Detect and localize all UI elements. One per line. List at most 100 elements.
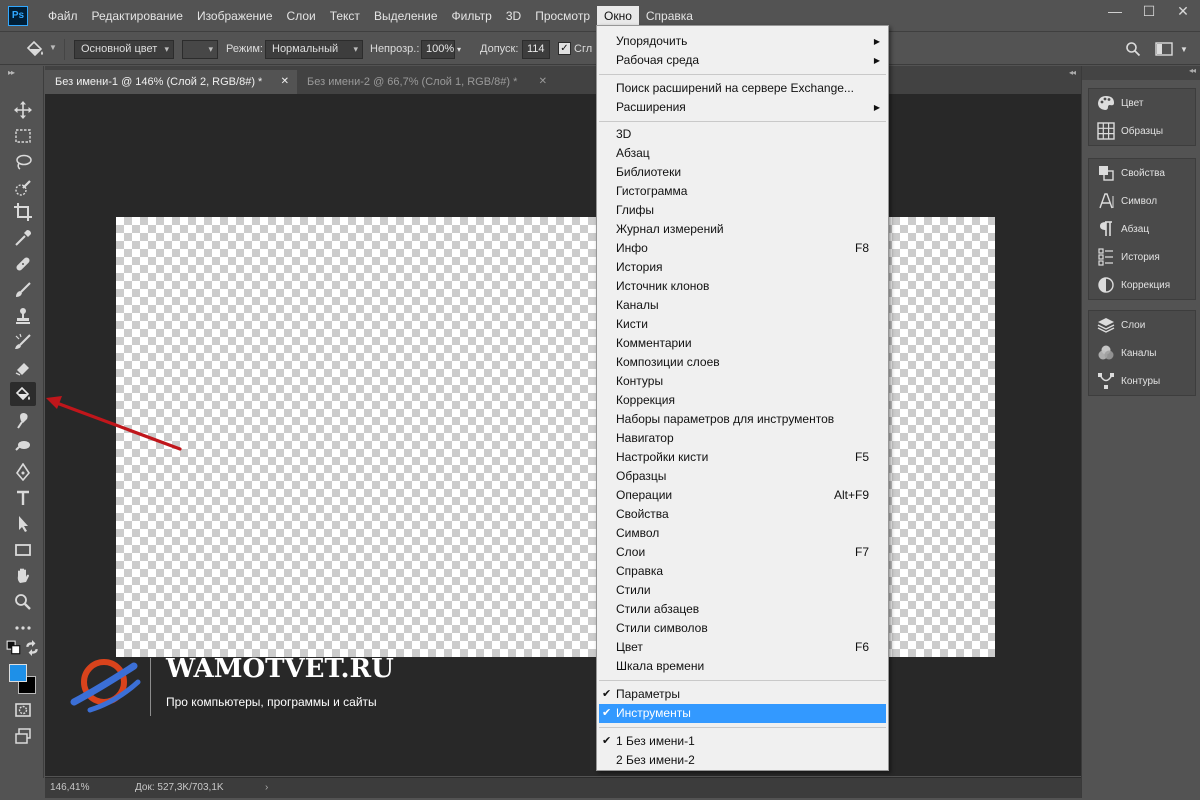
window-menu-item[interactable]: 2 Без имени-2 <box>599 751 886 770</box>
paint-bucket-tool[interactable] <box>10 382 36 406</box>
pen-tool[interactable] <box>10 460 36 484</box>
window-menu-item[interactable]: Символ <box>599 524 886 543</box>
foreground-color-swatch[interactable] <box>9 664 27 682</box>
healing-brush-tool[interactable] <box>10 252 36 276</box>
menu-0[interactable]: Файл <box>41 6 85 26</box>
window-menu-item[interactable]: История <box>599 258 886 277</box>
window-menu-item[interactable]: Операции Alt+F9 <box>599 486 886 505</box>
zoom-level[interactable]: 146,41% <box>50 778 89 797</box>
eraser-tool[interactable] <box>10 356 36 380</box>
window-menu-item[interactable]: Инфо F8 <box>599 239 886 258</box>
window-menu-item[interactable]: Образцы <box>599 467 886 486</box>
window-menu-item[interactable]: Абзац <box>599 144 886 163</box>
window-menu-item[interactable]: Журнал измерений <box>599 220 886 239</box>
window-menu-item[interactable]: Комментарии <box>599 334 886 353</box>
path-selection-tool[interactable] <box>10 512 36 536</box>
paint-bucket-icon[interactable] <box>24 39 46 59</box>
window-menu-item[interactable]: Стили <box>599 581 886 600</box>
window-menu-item[interactable]: Цвет F6 <box>599 638 886 657</box>
menu-7[interactable]: 3D <box>499 6 528 26</box>
panel-history[interactable]: История <box>1089 243 1195 271</box>
menu-5[interactable]: Выделение <box>367 6 445 26</box>
window-menu-item[interactable]: Упорядочить ▶ <box>599 32 886 51</box>
eyedropper-tool[interactable] <box>10 226 36 250</box>
menu-6[interactable]: Фильтр <box>445 6 499 26</box>
panel-character[interactable]: Символ <box>1089 187 1195 215</box>
dodge-tool[interactable] <box>10 434 36 458</box>
quick-mask-icon[interactable] <box>10 698 36 722</box>
close-button[interactable]: ✕ <box>1166 0 1200 24</box>
default-colors-icon[interactable] <box>6 640 22 656</box>
type-tool[interactable] <box>10 486 36 510</box>
window-menu-item[interactable]: Настройки кисти F5 <box>599 448 886 467</box>
window-menu-item[interactable]: Контуры <box>599 372 886 391</box>
fill-source-select[interactable]: Основной цвет <box>74 40 174 59</box>
brush-tool[interactable] <box>10 278 36 302</box>
opacity-input[interactable]: 100% <box>421 40 455 59</box>
menu-9[interactable]: Окно <box>597 6 639 26</box>
window-menu-item[interactable]: Поиск расширений на сервере Exchange... <box>599 79 886 98</box>
marquee-tool[interactable] <box>10 124 36 148</box>
panel-layers[interactable]: Слои <box>1089 311 1195 339</box>
menu-2[interactable]: Изображение <box>190 6 280 26</box>
window-menu-item[interactable]: ✔ Инструменты <box>599 704 886 723</box>
window-menu-item[interactable]: Коррекция <box>599 391 886 410</box>
clone-stamp-tool[interactable] <box>10 304 36 328</box>
panel-channels[interactable]: Каналы <box>1089 339 1195 367</box>
move-tool[interactable] <box>10 98 36 122</box>
panel-swatches[interactable]: Образцы <box>1089 117 1195 145</box>
minimize-button[interactable]: — <box>1098 0 1132 24</box>
mode-select[interactable]: Нормальный <box>265 40 363 59</box>
window-menu-item[interactable]: Кисти <box>599 315 886 334</box>
smudge-tool[interactable] <box>10 408 36 432</box>
opacity-chevron-icon[interactable]: ▾ <box>457 40 461 59</box>
collapse-dock-icon[interactable]: ◂◂ <box>1189 66 1196 75</box>
panel-properties[interactable]: Свойства <box>1089 159 1195 187</box>
tab-document-2[interactable]: Без имени-2 @ 66,7% (Слой 1, RGB/8#) * ✕ <box>297 70 555 94</box>
window-menu-item[interactable]: Композиции слоев <box>599 353 886 372</box>
tool-preset-chevron-icon[interactable]: ▼ <box>49 43 57 52</box>
window-menu-item[interactable]: ✔ Параметры <box>599 685 886 704</box>
maximize-button[interactable]: ☐ <box>1132 0 1166 24</box>
tab-document-1[interactable]: Без имени-1 @ 146% (Слой 2, RGB/8#) * ✕ <box>45 70 297 94</box>
more-tools-icon[interactable] <box>10 616 36 640</box>
window-menu-item[interactable]: Источник клонов <box>599 277 886 296</box>
menu-4[interactable]: Текст <box>323 6 367 26</box>
close-tab-icon[interactable]: ✕ <box>281 70 289 94</box>
window-menu-item[interactable]: Слои F7 <box>599 543 886 562</box>
window-menu-item[interactable]: Навигатор <box>599 429 886 448</box>
window-menu-item[interactable]: Библиотеки <box>599 163 886 182</box>
window-menu-item[interactable]: 3D <box>599 125 886 144</box>
window-menu-item[interactable]: Расширения ▶ <box>599 98 886 117</box>
rectangle-tool[interactable] <box>10 538 36 562</box>
menu-3[interactable]: Слои <box>280 6 323 26</box>
screen-mode-icon[interactable] <box>10 724 36 748</box>
status-menu-chevron-icon[interactable]: › <box>265 778 268 797</box>
tolerance-input[interactable]: 114 <box>522 40 550 59</box>
window-menu-item[interactable]: Глифы <box>599 201 886 220</box>
window-menu-item[interactable]: ✔ 1 Без имени-1 <box>599 732 886 751</box>
window-menu-item[interactable]: Стили абзацев <box>599 600 886 619</box>
workspace-chevron-icon[interactable]: ▼ <box>1180 40 1188 59</box>
search-icon[interactable] <box>1125 41 1141 60</box>
menu-10[interactable]: Справка <box>639 6 700 26</box>
window-menu-item[interactable]: Стили символов <box>599 619 886 638</box>
hand-tool[interactable] <box>10 564 36 588</box>
workspace-icon[interactable] <box>1155 41 1173 60</box>
panel-adjustments[interactable]: Коррекция <box>1089 271 1195 299</box>
window-menu-item[interactable]: Свойства <box>599 505 886 524</box>
window-menu-item[interactable]: Каналы <box>599 296 886 315</box>
zoom-tool[interactable] <box>10 590 36 614</box>
window-menu-item[interactable]: Шкала времени <box>599 657 886 676</box>
lasso-tool[interactable] <box>10 150 36 174</box>
close-tab-icon[interactable]: ✕ <box>539 70 547 94</box>
history-brush-tool[interactable] <box>10 330 36 354</box>
panel-paths[interactable]: Контуры <box>1089 367 1195 395</box>
crop-tool[interactable] <box>10 200 36 224</box>
window-menu-item[interactable]: Наборы параметров для инструментов <box>599 410 886 429</box>
window-menu-item[interactable]: Гистограмма <box>599 182 886 201</box>
pattern-picker[interactable] <box>182 40 218 59</box>
quick-selection-tool[interactable] <box>10 176 36 200</box>
panel-paragraph[interactable]: Абзац <box>1089 215 1195 243</box>
menu-8[interactable]: Просмотр <box>528 6 597 26</box>
